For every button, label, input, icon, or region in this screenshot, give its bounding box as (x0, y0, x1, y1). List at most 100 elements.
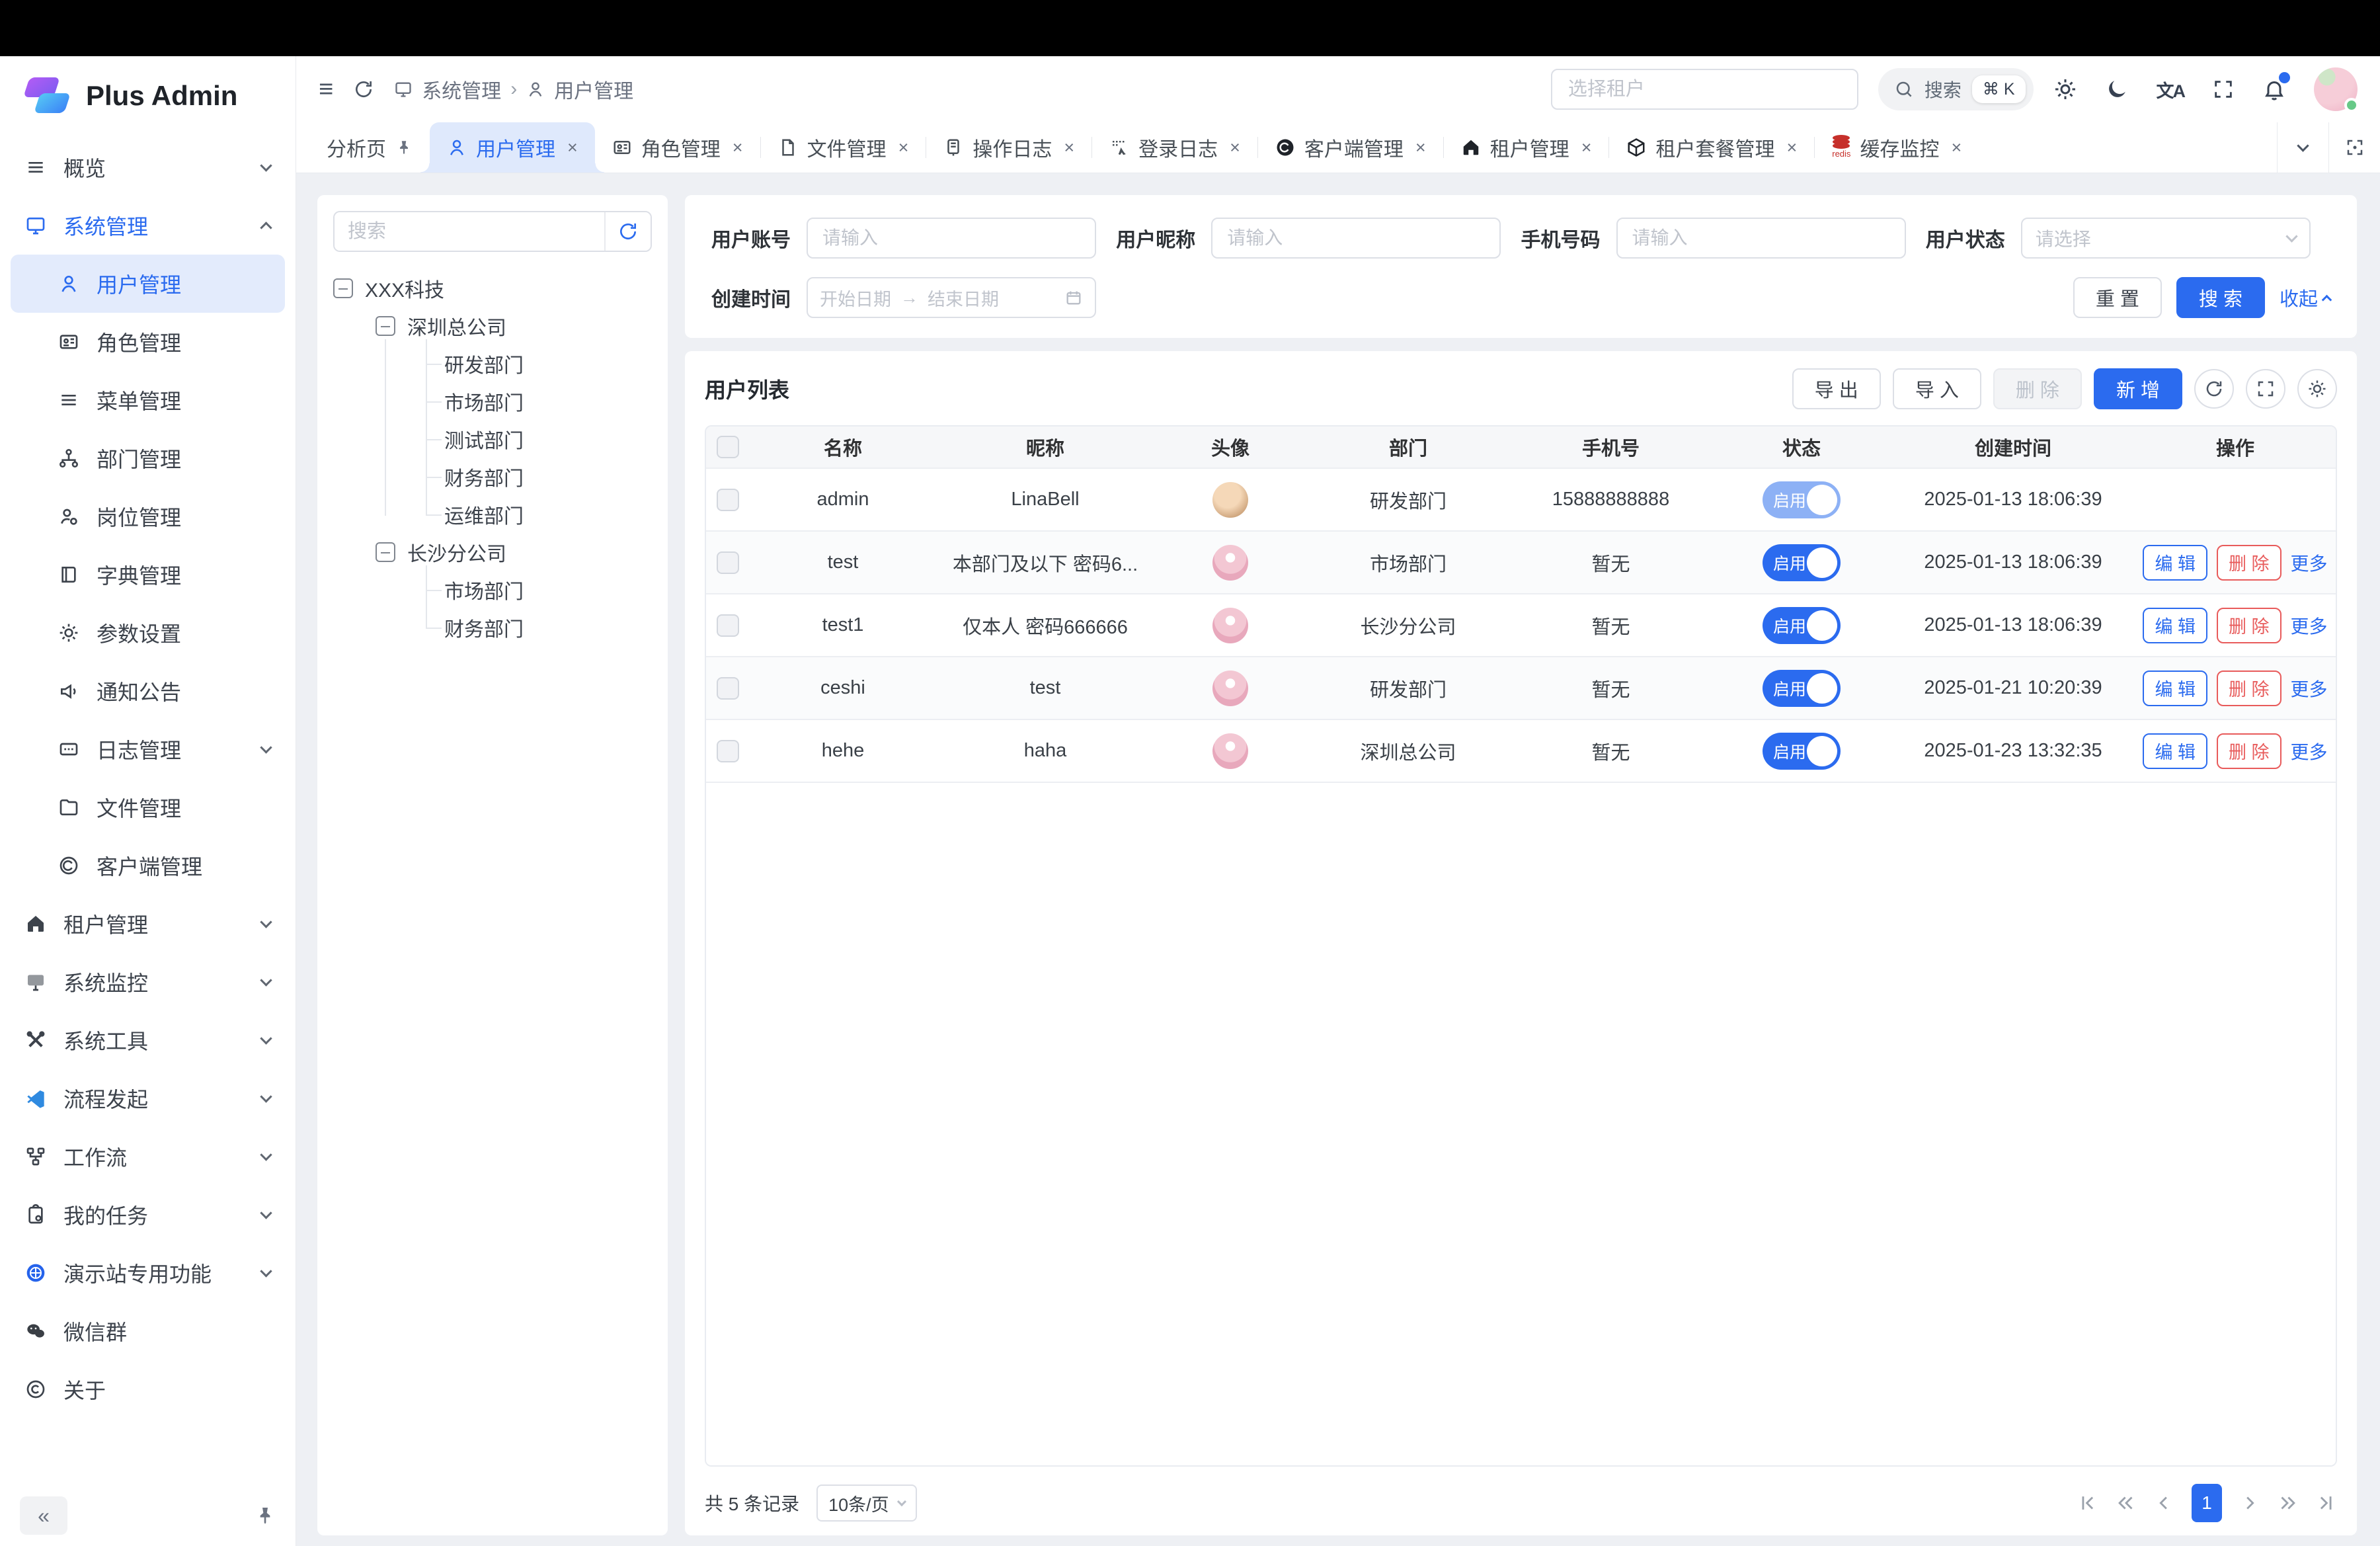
delete-button[interactable]: 删 除 (2217, 671, 2281, 706)
sidebar-item-demo-features[interactable]: 演示站专用功能 (11, 1244, 285, 1302)
sidebar-item-about[interactable]: 关于 (11, 1360, 285, 1418)
collapse-icon[interactable] (376, 316, 395, 336)
status-toggle[interactable]: 启用 (1763, 481, 1841, 518)
sidebar-item-wechat-group[interactable]: 微信群 (11, 1302, 285, 1360)
more-link[interactable]: 更多 (2291, 675, 2328, 702)
sidebar-toggle-icon[interactable]: ≡ (319, 77, 333, 102)
sidebar-item-system-mgmt[interactable]: 系统管理 (11, 196, 285, 255)
tab-user-mgmt[interactable]: 用户管理× (430, 122, 595, 173)
tree-refresh-button[interactable] (604, 212, 651, 251)
sidebar-item-post-mgmt[interactable]: 岗位管理 (11, 487, 285, 546)
table-fullscreen-button[interactable] (2246, 369, 2285, 409)
close-icon[interactable]: × (1230, 138, 1240, 158)
tab-client-mgmt[interactable]: 客户端管理× (1258, 122, 1443, 173)
sidebar-item-notice[interactable]: 通知公告 (11, 662, 285, 720)
edit-button[interactable]: 编 辑 (2143, 608, 2207, 643)
close-icon[interactable]: × (898, 138, 909, 158)
row-checkbox[interactable] (717, 677, 739, 700)
more-link[interactable]: 更多 (2291, 738, 2328, 764)
tab-tenant-mgmt[interactable]: 租户管理× (1444, 122, 1609, 173)
user-avatar[interactable] (2314, 67, 2358, 111)
next-page-icon[interactable] (2238, 1492, 2260, 1514)
global-search-button[interactable]: 搜索 ⌘ K (1878, 68, 2034, 110)
tab-analysis[interactable]: 分析页 (309, 122, 430, 173)
tabs-dropdown-icon[interactable] (2277, 122, 2328, 173)
column-header[interactable]: 部门 (1306, 433, 1510, 461)
delete-button[interactable]: 删 除 (2217, 733, 2281, 769)
status-toggle[interactable]: 启用 (1763, 733, 1841, 770)
sidebar-item-tenant-mgmt[interactable]: 租户管理 (11, 895, 285, 953)
first-page-icon[interactable] (2077, 1492, 2099, 1514)
table-refresh-button[interactable] (2194, 369, 2234, 409)
phone-input[interactable] (1616, 218, 1906, 259)
sidebar-item-client-mgmt[interactable]: 客户端管理 (11, 836, 285, 895)
breadcrumb-item[interactable]: 系统管理 (422, 75, 501, 104)
sidebar-item-dept-mgmt[interactable]: 部门管理 (11, 429, 285, 487)
date-range-picker[interactable]: 开始日期 → 结束日期 (807, 277, 1096, 318)
column-header[interactable]: 创建时间 (1891, 433, 2135, 461)
current-page-button[interactable]: 1 (2192, 1484, 2222, 1522)
import-button[interactable]: 导 入 (1893, 368, 1981, 409)
tree-node[interactable]: 运维部门 (333, 495, 652, 533)
column-header[interactable]: 名称 (750, 433, 936, 461)
tab-file-mgmt[interactable]: 文件管理× (761, 122, 926, 173)
sidebar-item-workflow[interactable]: 工作流 (11, 1127, 285, 1186)
tree-node[interactable]: 市场部门 (333, 571, 652, 608)
sidebar-item-my-tasks[interactable]: 我的任务 (11, 1186, 285, 1244)
reset-button[interactable]: 重 置 (2073, 277, 2162, 318)
sidebar-collapse-button[interactable]: « (20, 1496, 67, 1535)
close-icon[interactable]: × (1415, 138, 1426, 158)
fullscreen-icon[interactable] (2212, 78, 2235, 101)
delete-button[interactable]: 删 除 (2217, 545, 2281, 581)
dark-mode-moon-icon[interactable] (2105, 77, 2129, 101)
sidebar-item-param-settings[interactable]: 参数设置 (11, 604, 285, 662)
close-icon[interactable]: × (733, 138, 743, 158)
collapse-filter-link[interactable]: 收起 (2280, 284, 2330, 311)
row-checkbox[interactable] (717, 489, 739, 511)
prev-page-icon[interactable] (2153, 1492, 2176, 1514)
edit-button[interactable]: 编 辑 (2143, 671, 2207, 706)
tab-operation-log[interactable]: 操作日志× (926, 122, 1091, 173)
translate-icon[interactable]: 文A (2157, 77, 2185, 102)
column-header[interactable]: 操作 (2135, 433, 2336, 461)
close-icon[interactable]: × (1951, 138, 1962, 158)
search-button[interactable]: 搜 索 (2176, 277, 2265, 318)
notifications-bell-icon[interactable] (2262, 77, 2286, 101)
tree-node[interactable]: 研发部门 (333, 345, 652, 382)
tree-node[interactable]: 财务部门 (333, 608, 652, 646)
sidebar-item-process-start[interactable]: 流程发起 (11, 1069, 285, 1127)
sidebar-item-system-tools[interactable]: 系统工具 (11, 1011, 285, 1069)
sidebar-item-system-monitor[interactable]: 系统监控 (11, 953, 285, 1011)
column-header[interactable]: 状态 (1712, 433, 1891, 461)
pin-icon[interactable] (255, 1505, 276, 1526)
close-icon[interactable]: × (567, 138, 578, 158)
next-group-icon[interactable] (2276, 1492, 2299, 1514)
edit-button[interactable]: 编 辑 (2143, 545, 2207, 581)
sidebar-item-menu-mgmt[interactable]: 菜单管理 (11, 371, 285, 429)
tree-node[interactable]: 测试部门 (333, 420, 652, 458)
collapse-icon[interactable] (376, 542, 395, 562)
row-checkbox[interactable] (717, 614, 739, 637)
status-toggle[interactable]: 启用 (1763, 670, 1841, 707)
column-header[interactable]: 手机号 (1510, 433, 1712, 461)
tree-node[interactable]: 长沙分公司 (333, 533, 652, 571)
row-checkbox[interactable] (717, 740, 739, 762)
export-button[interactable]: 导 出 (1792, 368, 1881, 409)
page-size-select[interactable]: 10条/页 (816, 1485, 917, 1522)
tab-login-log[interactable]: 登录日志× (1092, 122, 1257, 173)
sidebar-item-log-mgmt[interactable]: 日志管理 (11, 720, 285, 778)
column-header[interactable]: 昵称 (936, 433, 1154, 461)
row-checkbox[interactable] (717, 551, 739, 574)
sidebar-item-file-mgmt[interactable]: 文件管理 (11, 778, 285, 836)
sidebar-item-dict-mgmt[interactable]: 字典管理 (11, 546, 285, 604)
status-toggle[interactable]: 启用 (1763, 607, 1841, 644)
close-icon[interactable]: × (1064, 138, 1074, 158)
tree-node[interactable]: 深圳总公司 (333, 307, 652, 345)
sidebar-item-overview[interactable]: 概览 (11, 138, 285, 196)
more-link[interactable]: 更多 (2291, 549, 2328, 576)
close-icon[interactable]: × (1786, 138, 1797, 158)
settings-gear-icon[interactable] (2053, 77, 2077, 101)
edit-button[interactable]: 编 辑 (2143, 733, 2207, 769)
status-toggle[interactable]: 启用 (1763, 544, 1841, 581)
sidebar-item-user-mgmt[interactable]: 用户管理 (11, 255, 285, 313)
